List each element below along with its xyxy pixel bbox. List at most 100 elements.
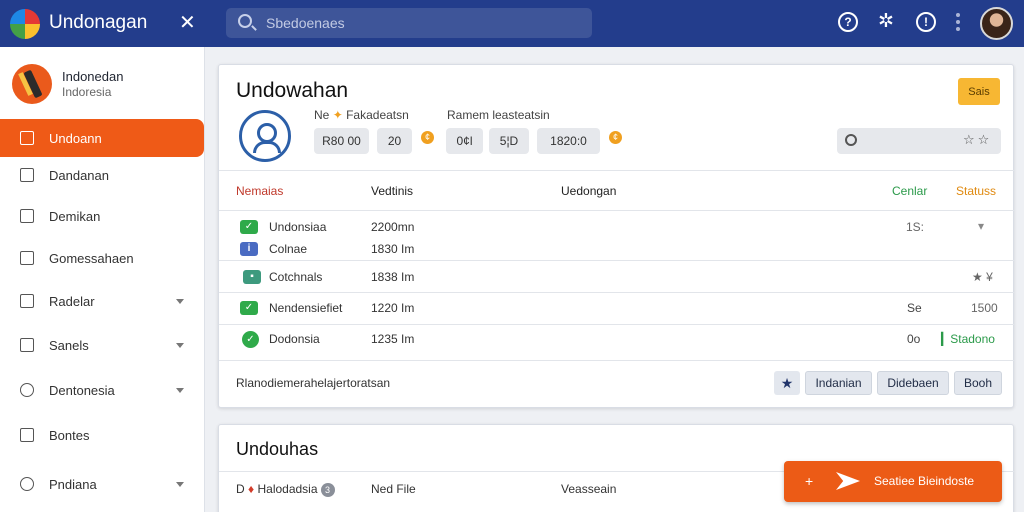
file-row-col: Veasseain [561,482,617,496]
profile-name: Indonedan [62,69,124,84]
row-value: 1838 Im [371,270,415,284]
row-extra: 0o [907,332,921,346]
search-bar[interactable] [226,8,592,38]
table-row[interactable]: ✓ Nendensiefiet 1220 Im Se 1500 [219,300,1015,322]
coin-icon: ¢ [421,131,434,144]
footer-button[interactable]: Didebaen [877,371,949,395]
stat-pill[interactable]: 0¢l [446,128,483,154]
search-icon [845,134,857,146]
card-title: Undouhas [236,439,319,459]
column-header[interactable]: Vedtinis [371,184,413,198]
row-name: Cotchnals [269,270,323,284]
create-button[interactable]: + Seatiee Bieindoste [784,461,1002,502]
divider [219,170,1015,171]
info-icon[interactable]: ! [916,12,936,32]
chevron-down-icon[interactable] [176,481,184,487]
file-row-col: Ned File [371,482,416,496]
divider [219,360,1015,361]
row-status-label: Stadono [950,332,995,346]
sidebar-item-label: Radelar [49,293,95,309]
row-status: 1500 [971,301,998,315]
close-icon[interactable]: ✕ [179,10,196,35]
row-extra: 1S: [906,220,925,234]
row-status[interactable]: ▾ [978,219,984,233]
sidebar-item-label: Demikan [49,208,101,224]
column-header[interactable]: Cenlar [892,184,927,198]
help-icon[interactable]: ? [838,12,858,32]
row-name: Colnae [269,242,308,256]
row-status[interactable]: ★ ¥ [972,270,993,284]
user-avatar[interactable] [980,7,1013,40]
column-header[interactable]: Statuss [956,184,996,198]
column-header[interactable]: Uedongan [561,184,616,198]
sidebar-item-label: Bontes [49,427,90,443]
row-value: 1830 Im [371,242,415,256]
search-input[interactable] [266,15,566,31]
user-icon [239,110,291,162]
row-value: 2200mn [371,220,415,234]
divider [219,260,1015,261]
row-value: 1235 Im [371,332,415,346]
filter-search-box[interactable]: ☆☆ [837,128,1001,154]
checkbox-checked[interactable]: ✓ [240,301,258,315]
sidebar-item-5[interactable]: Sanels [0,326,204,364]
table-row[interactable]: ▪ Cotchnals 1838 Im ★ ¥ [219,269,1015,291]
sidebar-item-6[interactable]: Dentonesia [0,371,204,409]
checkbox-checked[interactable]: ✓ [240,220,258,234]
row-value: 1220 Im [371,301,415,315]
sidebar-item-label: Gomessahaen [49,250,134,266]
chevron-down-icon[interactable] [176,298,184,304]
star-icon[interactable]: ★ [774,371,800,395]
stat-pill[interactable]: 1820:0 [537,128,600,154]
page-icon [20,168,34,182]
meta-label-prefix: Ne [314,108,330,122]
sidebar-item-8[interactable]: Pndiana [0,465,204,503]
chevron-down-icon[interactable] [176,342,184,348]
footer-button[interactable]: Booh [954,371,1002,395]
list-icon [20,209,34,223]
home-icon [20,131,34,145]
main-card: Undowahan Sais Ne ✦ Fakadeatsn Ramem lea… [218,64,1015,408]
stat-pill[interactable]: 20 [377,128,412,154]
save-button[interactable]: Sais [958,78,1000,105]
file-row[interactable]: D ♦ Halodadsia 3 [236,482,335,497]
rating-stars-icon[interactable]: ☆☆ [963,132,992,148]
count-badge: 3 [320,483,335,497]
row-status: ▎Stadono [941,332,995,346]
star-icon[interactable]: ✲ [878,10,894,33]
check-circle-icon[interactable]: ✓ [242,331,259,348]
profile-avatar[interactable] [12,64,52,104]
divider [219,324,1015,325]
search-icon [238,14,252,28]
create-button-label: Seatiee Bieindoste [874,474,975,488]
table-row[interactable]: ✓ Undonsiaa 2200mn 1S: ▾ i Colnae 1830 I… [219,217,1015,259]
sidebar-item-label: Undoann [49,130,102,146]
column-header[interactable]: Nemaias [236,184,283,198]
chat-icon [20,383,34,397]
table-row[interactable]: ✓ Dodonsia 1235 Im 0o ▎Stadono [219,331,1015,353]
sidebar-item-7[interactable]: Bontes [0,416,204,454]
sidebar-item-0[interactable]: Undoann [0,119,204,157]
stat-pill[interactable]: 5¦D [489,128,529,154]
sidebar-item-1[interactable]: Dandanan [0,156,204,194]
meta-label-left: Ne ✦ Fakadeatsn [314,108,409,122]
item-icon: ▪ [243,270,261,284]
star-icon: ✦ [332,108,343,122]
sidebar: Indonedan Indoresia Undoann Dandanan Dem… [0,47,205,512]
stat-pill[interactable]: R80 00 [314,128,369,154]
info-badge: i [240,242,258,256]
coin-icon: ¢ [609,131,622,144]
meta-label-right: Ramem leasteatsin [447,108,550,122]
file-row-name: Halodadsia [257,482,318,496]
footer-button[interactable]: Indanian [805,371,872,395]
card-title: Undowahan [236,79,349,102]
plus-icon: + [805,473,814,489]
chevron-down-icon[interactable] [176,387,184,393]
app-logo[interactable] [10,9,40,39]
sidebar-item-3[interactable]: Gomessahaen [0,239,204,277]
house-icon [20,294,34,308]
sidebar-item-4[interactable]: Radelar [0,282,204,320]
sidebar-item-2[interactable]: Demikan [0,197,204,235]
layers-icon [20,428,34,442]
more-icon[interactable] [956,12,962,34]
